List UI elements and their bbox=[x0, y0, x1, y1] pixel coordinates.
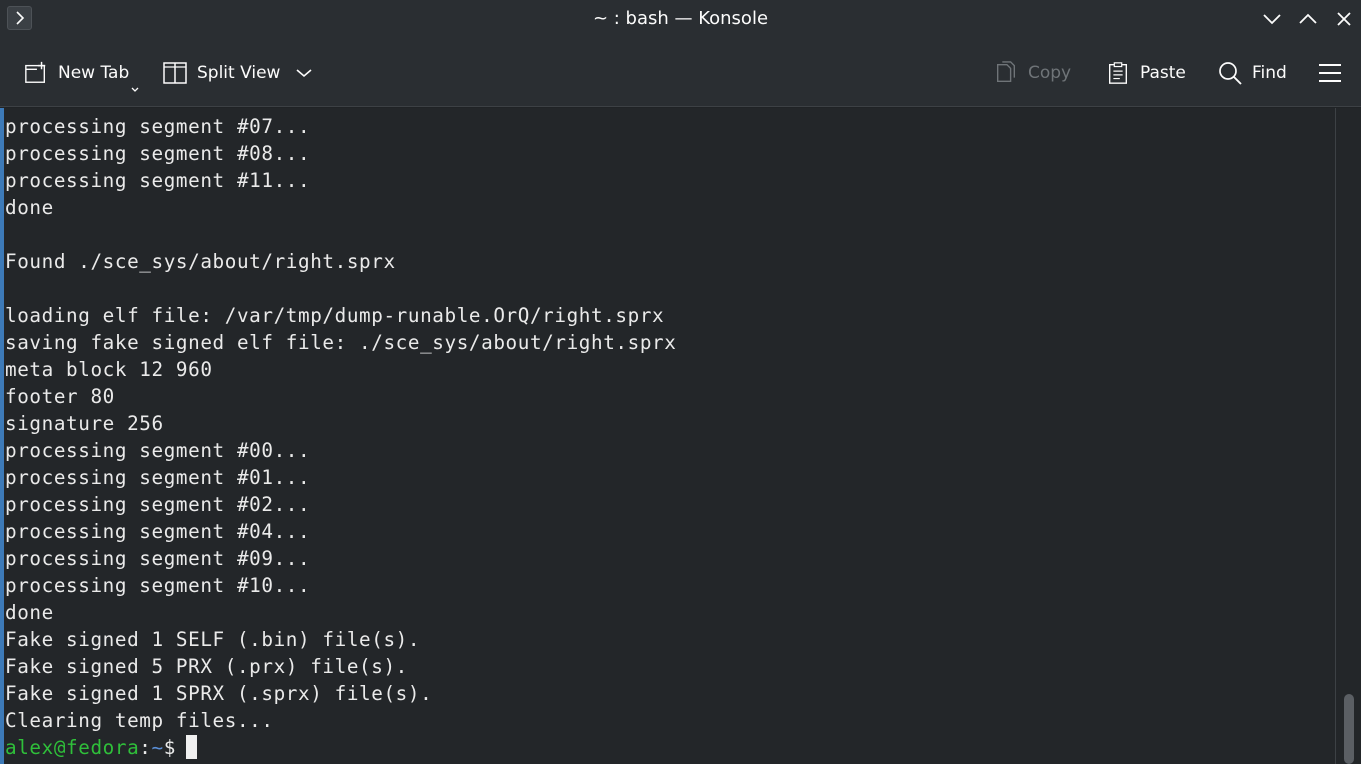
dropdown-arrow-icon bbox=[131, 87, 139, 92]
terminal-line: processing segment #00... bbox=[5, 439, 311, 462]
terminal-view[interactable]: processing segment #07... processing segm… bbox=[0, 108, 1335, 764]
prompt-symbol: $ bbox=[163, 736, 176, 759]
paste-label: Paste bbox=[1140, 62, 1186, 83]
minimize-button[interactable] bbox=[1259, 6, 1285, 32]
terminal-line: processing segment #11... bbox=[5, 169, 311, 192]
new-tab-button[interactable]: New Tab bbox=[24, 38, 139, 107]
paste-button[interactable]: Paste bbox=[1106, 38, 1186, 107]
terminal-line: Fake signed 1 SELF (.bin) file(s). bbox=[5, 628, 421, 651]
hamburger-menu-icon bbox=[1319, 63, 1341, 82]
window-title: ~ : bash — Konsole bbox=[592, 8, 769, 29]
paste-icon bbox=[1109, 61, 1127, 84]
terminal-line: footer 80 bbox=[5, 385, 115, 408]
scrollbar-thumb[interactable] bbox=[1344, 694, 1354, 764]
terminal-line: Clearing temp files... bbox=[5, 709, 274, 732]
prompt-user-host: alex@fedora bbox=[5, 736, 140, 759]
chevron-up-icon bbox=[1299, 13, 1317, 24]
terminal-prompt[interactable]: alex@fedora:~$ bbox=[5, 734, 676, 761]
terminal-line: Fake signed 5 PRX (.prx) file(s). bbox=[5, 655, 408, 678]
terminal-line: processing segment #08... bbox=[5, 142, 311, 165]
find-button[interactable]: Find bbox=[1218, 38, 1287, 107]
terminal-line: processing segment #01... bbox=[5, 466, 311, 489]
terminal-line: signature 256 bbox=[5, 412, 164, 435]
terminal-line: done bbox=[5, 601, 54, 624]
terminal-line: processing segment #04... bbox=[5, 520, 311, 543]
terminal-line: processing segment #02... bbox=[5, 493, 311, 516]
new-tab-label: New Tab bbox=[58, 62, 130, 83]
title-bar: ~ : bash — Konsole bbox=[0, 0, 1361, 38]
terminal-line: processing segment #07... bbox=[5, 115, 311, 138]
terminal-line: Fake signed 1 SPRX (.sprx) file(s). bbox=[5, 682, 433, 705]
prompt-separator: : bbox=[139, 736, 152, 759]
chevron-down-icon bbox=[1263, 14, 1281, 25]
search-icon bbox=[1219, 61, 1242, 85]
terminal-output: processing segment #07... processing segm… bbox=[5, 113, 676, 761]
new-tab-icon bbox=[25, 61, 46, 83]
terminal-line: processing segment #09... bbox=[5, 547, 311, 570]
find-label: Find bbox=[1252, 62, 1287, 83]
terminal-line: loading elf file: /var/tmp/dump-runable.… bbox=[5, 304, 665, 327]
copy-icon bbox=[997, 60, 1015, 82]
toolbar: New Tab Split View Copy Paste Find bbox=[0, 38, 1361, 107]
close-icon bbox=[1337, 12, 1351, 26]
maximize-button[interactable] bbox=[1295, 6, 1321, 32]
hamburger-menu-button[interactable] bbox=[1318, 38, 1342, 107]
copy-label: Copy bbox=[1028, 62, 1072, 83]
terminal-scrollbar[interactable] bbox=[1335, 108, 1361, 764]
split-view-icon bbox=[163, 61, 187, 84]
copy-button[interactable]: Copy bbox=[994, 38, 1071, 107]
terminal-line: Found ./sce_sys/about/right.sprx bbox=[5, 250, 396, 273]
close-button[interactable] bbox=[1331, 6, 1357, 32]
focus-indicator bbox=[0, 108, 4, 764]
terminal-line: meta block 12 960 bbox=[5, 358, 213, 381]
terminal-line: processing segment #10... bbox=[5, 574, 311, 597]
split-view-button[interactable]: Split View bbox=[163, 38, 312, 107]
prompt-path: ~ bbox=[151, 736, 164, 759]
text-cursor bbox=[185, 735, 197, 759]
terminal-line: done bbox=[5, 196, 54, 219]
split-view-label: Split View bbox=[197, 62, 281, 83]
terminal-line: saving fake signed elf file: ./sce_sys/a… bbox=[5, 331, 677, 354]
chevron-down-icon bbox=[296, 68, 312, 77]
